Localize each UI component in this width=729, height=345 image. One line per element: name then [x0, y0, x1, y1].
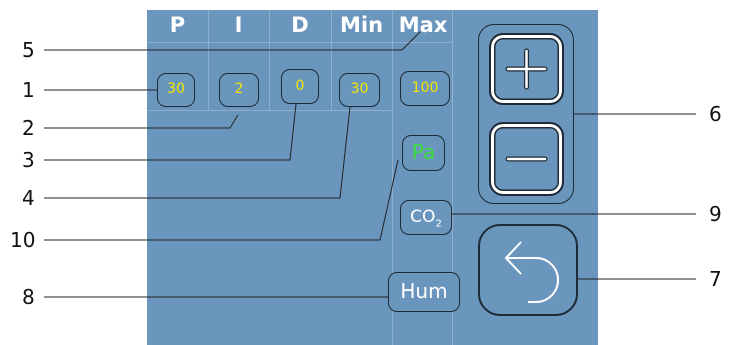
callout-9: 9 [709, 202, 722, 226]
callout-lines [44, 31, 696, 298]
callout-8: 8 [22, 285, 35, 309]
callout-2: 2 [22, 116, 35, 140]
callout-1: 1 [22, 78, 35, 102]
callout-5: 5 [22, 38, 35, 62]
callout-3: 3 [22, 148, 35, 172]
callout-6: 6 [709, 102, 722, 126]
callout-7: 7 [709, 267, 722, 291]
callout-10: 10 [10, 228, 36, 252]
callout-4: 4 [22, 186, 35, 210]
